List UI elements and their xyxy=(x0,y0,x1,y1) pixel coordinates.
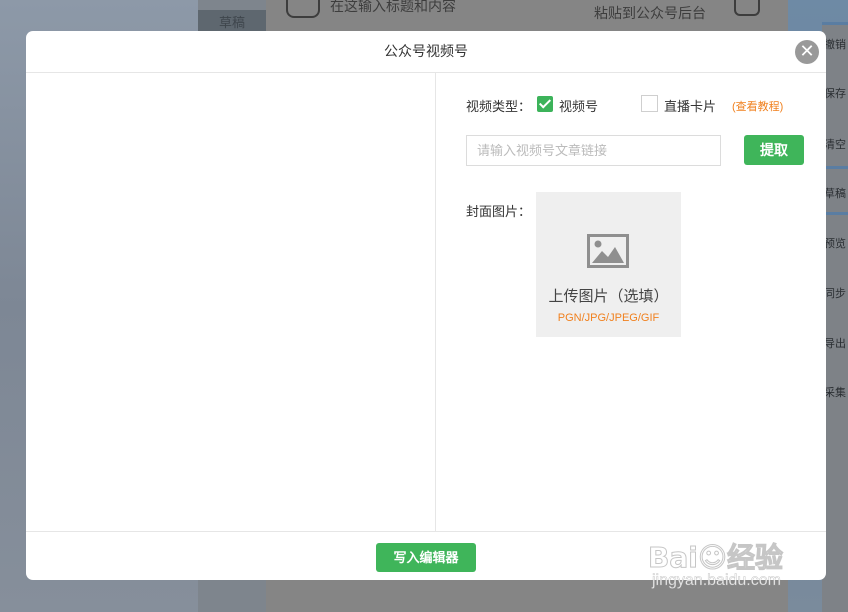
background-paste-hint: 粘贴到公众号后台 xyxy=(594,5,706,21)
hand-icon xyxy=(734,0,760,16)
preview-panel xyxy=(26,73,436,531)
live-card-checkbox[interactable] xyxy=(641,95,658,112)
close-button[interactable]: ✕ xyxy=(795,40,819,64)
video-option-label[interactable]: 视频号 xyxy=(559,96,598,115)
view-tutorial-link[interactable]: (查看教程) xyxy=(732,98,783,114)
video-link-input[interactable] xyxy=(466,135,721,166)
close-icon: ✕ xyxy=(799,41,815,62)
menu-item-save: 保存 xyxy=(824,88,846,100)
menu-item-export: 导出 xyxy=(824,338,846,350)
menu-item-collect: 采集 xyxy=(824,387,846,399)
upload-formats-hint: PGN/JPG/JPEG/GIF xyxy=(557,312,660,324)
watermark-brand: Bai☺经验 xyxy=(647,541,784,575)
background-title-hint: 在这输入标题和内容 xyxy=(330,0,456,14)
pen-icon xyxy=(286,0,320,18)
extract-button[interactable]: 提取 xyxy=(744,135,804,165)
settings-panel: 视频类型： 视频号 直播卡片 (查看教程) 提取 封面图片： 上传图片（选填） … xyxy=(436,73,826,531)
video-option-checkbox[interactable] xyxy=(537,96,553,112)
watermark-url: jingyan.baidu.com xyxy=(652,572,781,590)
video-type-label: 视频类型： xyxy=(466,99,532,114)
menu-item-preview: 预览 xyxy=(824,238,846,250)
cover-upload-area[interactable]: 上传图片（选填） PGN/JPG/JPEG/GIF xyxy=(536,192,681,337)
cover-image-label: 封面图片： xyxy=(466,204,532,219)
baidu-jingyan-watermark: Bai☺经验 jingyan.baidu.com xyxy=(647,536,808,596)
background-menu-divider xyxy=(822,22,848,25)
menu-item-sync: 同步 xyxy=(824,288,846,300)
live-card-label[interactable]: 直播卡片 xyxy=(664,96,716,115)
upload-image-text: 上传图片（选填） xyxy=(548,288,669,305)
menu-item-undo: 撤销 xyxy=(824,39,846,51)
menu-item-clear: 清空 xyxy=(824,139,846,151)
write-to-editor-button[interactable]: 写入编辑器 xyxy=(376,543,476,572)
image-icon xyxy=(587,234,629,268)
menu-item-draft: 草稿 xyxy=(824,188,846,200)
video-channel-dialog: 公众号视频号 ✕ 视频类型： 视频号 直播卡片 (查看教程) 提取 封面图片： … xyxy=(26,31,826,580)
dialog-title: 公众号视频号 xyxy=(26,31,826,73)
